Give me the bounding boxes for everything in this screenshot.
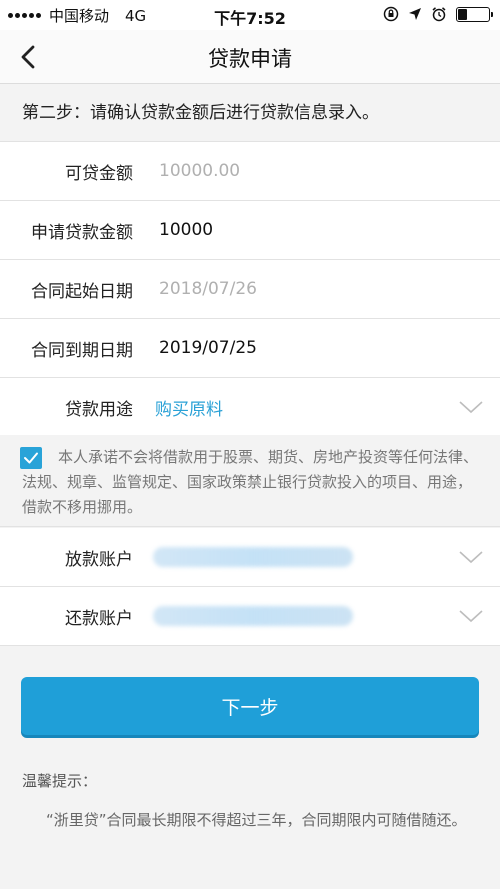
page-title: 贷款申请 <box>208 47 292 71</box>
purpose-row[interactable]: 贷款用途 购买原料 <box>0 378 500 437</box>
disburse-account-value-redacted <box>153 547 353 567</box>
purpose-select[interactable]: 购买原料 <box>155 395 223 420</box>
available-amount-label: 可贷金额 <box>65 163 133 184</box>
battery-icon <box>456 6 493 22</box>
account-form: 放款账户 还款账户 <box>0 528 500 646</box>
location-icon <box>409 8 421 20</box>
tip-title: 温馨提示： <box>22 772 98 790</box>
apply-amount-label: 申请贷款金额 <box>31 222 133 243</box>
disburse-account-label: 放款账户 <box>65 549 133 570</box>
status-right <box>383 6 493 22</box>
loan-form: 可贷金额 10000.00 申请贷款金额 10000 合同起始日期 2018/0… <box>0 141 500 437</box>
agreement-text: 本人承诺不会将借款用于股票、期货、房地产投资等任何法律、法规、规章、监管规定、国… <box>22 448 479 516</box>
apply-amount-input[interactable]: 10000 <box>159 220 213 240</box>
repay-account-value-redacted <box>153 606 353 626</box>
repay-account-label: 还款账户 <box>65 608 133 629</box>
end-date-label: 合同到期日期 <box>31 340 133 361</box>
start-date-label: 合同起始日期 <box>31 281 133 302</box>
end-date-value[interactable]: 2019/07/25 <box>159 338 257 358</box>
chevron-down-icon[interactable] <box>458 606 484 626</box>
repay-account-row[interactable]: 还款账户 <box>0 587 500 646</box>
chevron-down-icon[interactable] <box>458 547 484 567</box>
chevron-down-icon[interactable] <box>458 397 484 417</box>
lock-rotation-icon <box>383 6 399 22</box>
purpose-label: 贷款用途 <box>65 400 133 420</box>
start-date-row: 合同起始日期 2018/07/26 <box>0 260 500 319</box>
alarm-icon <box>432 7 446 22</box>
start-date-value: 2018/07/26 <box>159 279 257 299</box>
next-step-button[interactable]: 下一步 <box>21 677 479 735</box>
disburse-account-row[interactable]: 放款账户 <box>0 528 500 587</box>
tip-text: “浙里贷”合同最长期限不得超过三年，合同期限内可随借随还。 <box>46 811 467 829</box>
end-date-row[interactable]: 合同到期日期 2019/07/25 <box>0 319 500 378</box>
nav-bar: 贷款申请 <box>0 30 500 84</box>
available-amount-value: 10000.00 <box>159 161 241 181</box>
step-hint: 第二步：请确认贷款金额后进行贷款信息录入。 <box>0 85 500 140</box>
agreement-section: 本人承诺不会将借款用于股票、期货、房地产投资等任何法律、法规、规章、监管规定、国… <box>0 435 500 527</box>
status-bar: 中国移动 4G 下午7:52 <box>0 0 500 30</box>
available-amount-row: 可贷金额 10000.00 <box>0 142 500 201</box>
apply-amount-row[interactable]: 申请贷款金额 10000 <box>0 201 500 260</box>
